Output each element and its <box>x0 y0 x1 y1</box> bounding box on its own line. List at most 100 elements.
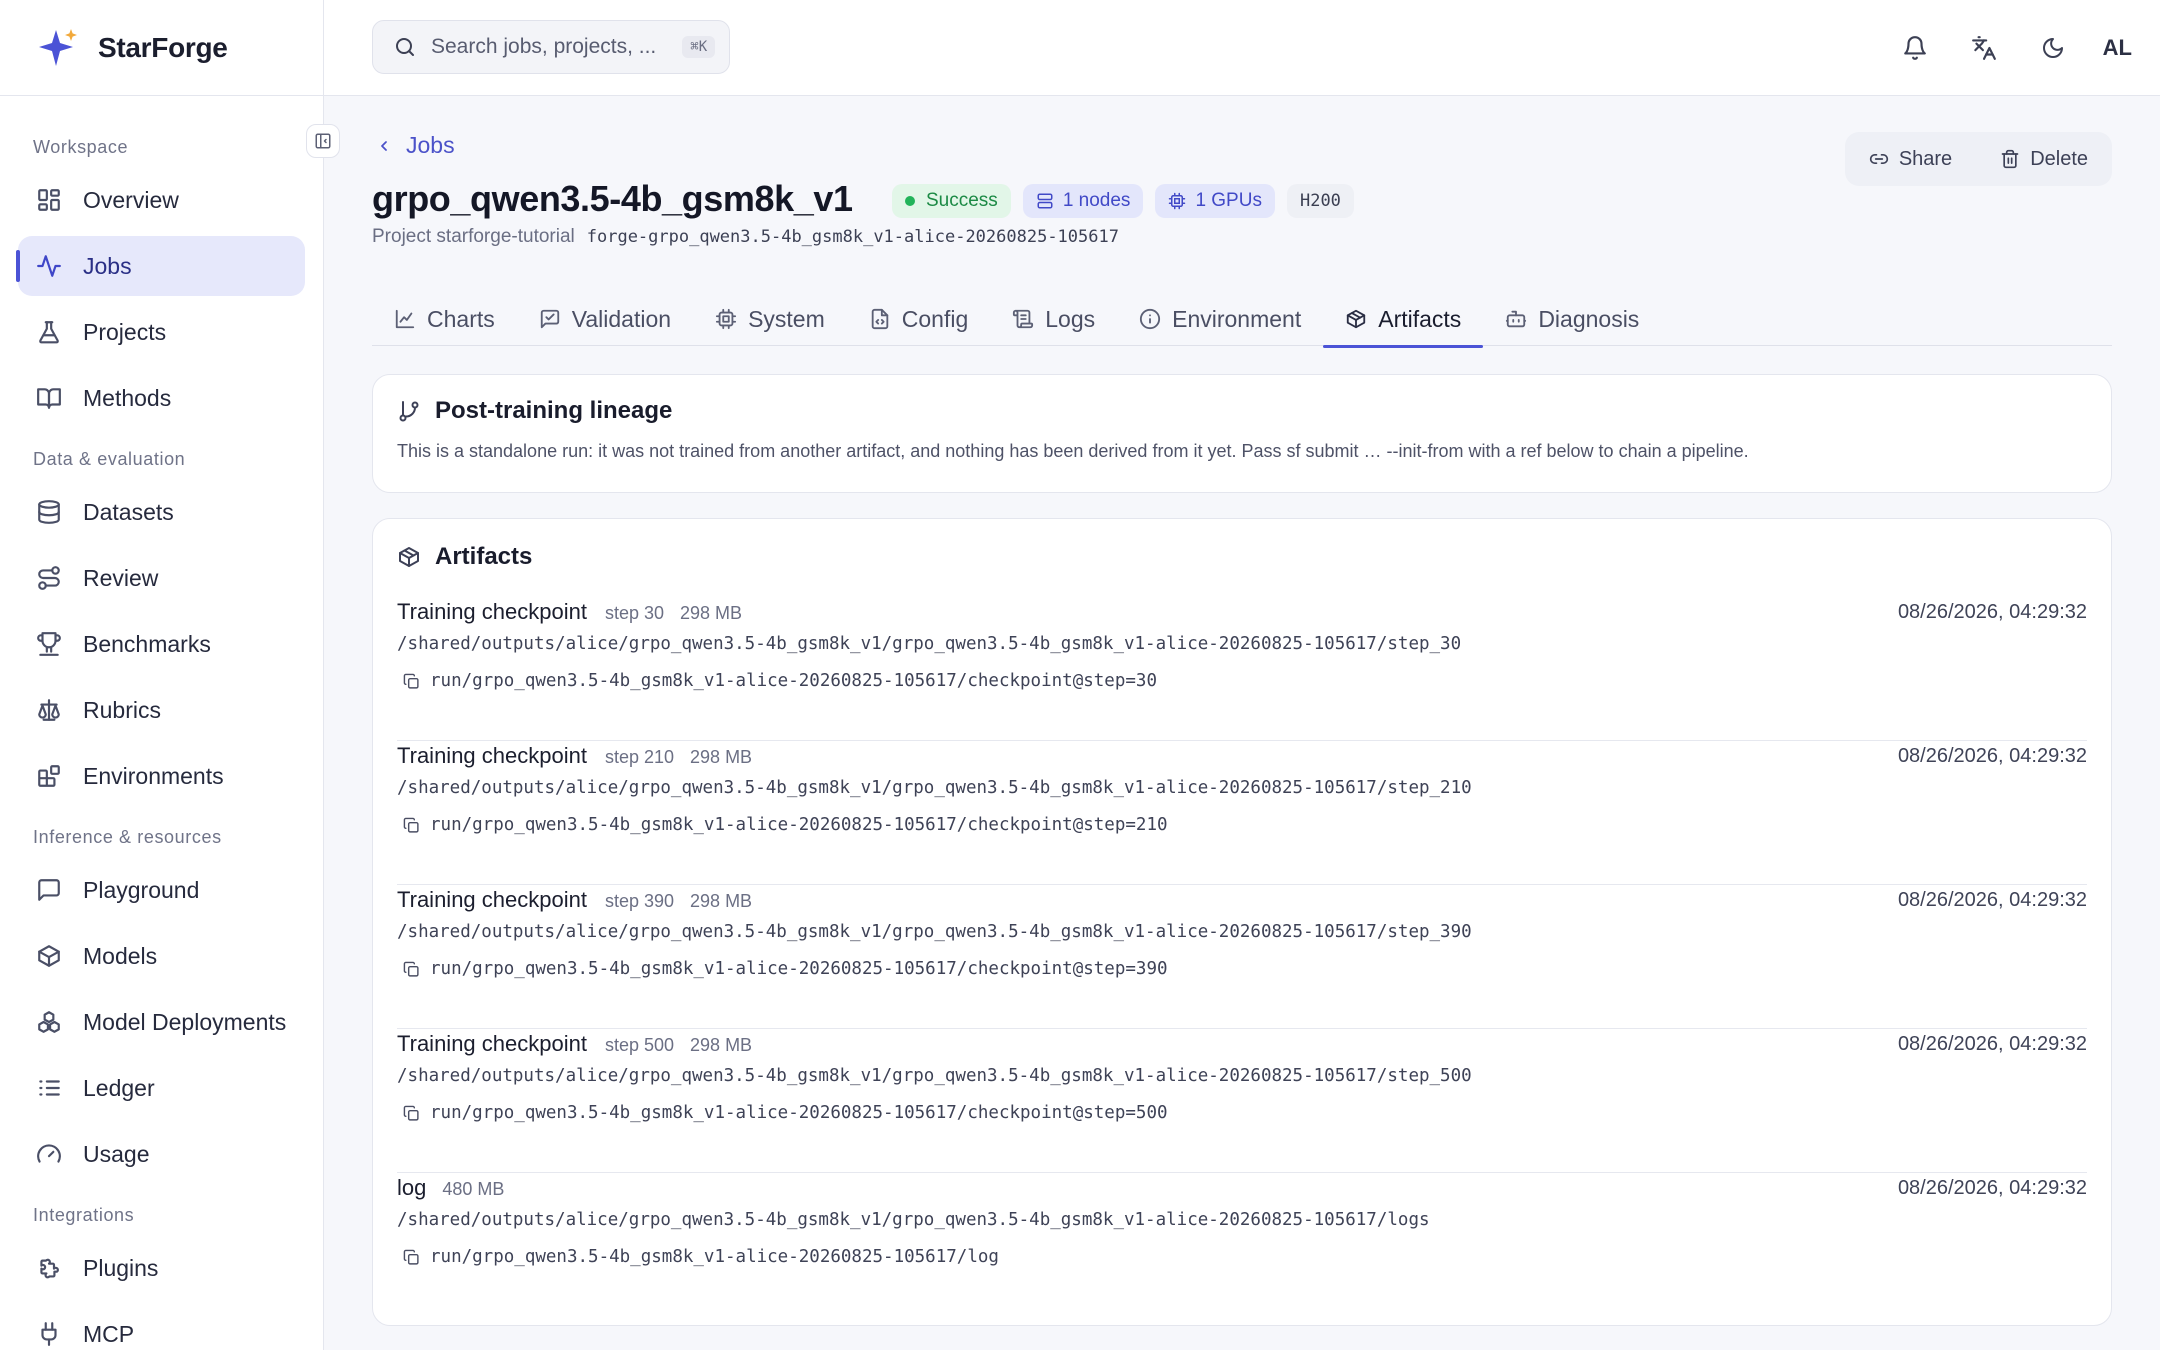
sidebar-item-playground[interactable]: Playground <box>18 860 305 920</box>
server-icon <box>1037 193 1053 209</box>
sidebar-item-projects[interactable]: Projects <box>18 302 305 362</box>
sidebar-icon-wrap <box>35 762 63 790</box>
flask-icon <box>39 321 59 344</box>
moon-icon <box>2042 38 2063 58</box>
back-to-jobs-link[interactable]: Jobs <box>376 132 455 159</box>
artifact-size: 298 MB <box>690 1035 753 1055</box>
cpu-icon <box>715 308 737 330</box>
tab-logs[interactable]: Logs <box>990 292 1117 346</box>
sidebar-icon-wrap <box>35 186 63 214</box>
artifact-ref-copy-button[interactable]: run/grpo_qwen3.5-4b_gsm8k_v1-alice-20260… <box>403 959 1168 979</box>
sidebar-item-models[interactable]: Models <box>18 926 305 986</box>
tab-diagnosis[interactable]: Diagnosis <box>1483 292 1661 346</box>
sidebar-item-jobs[interactable]: Jobs <box>16 236 305 296</box>
project-label: Project starforge-tutorial <box>372 226 575 247</box>
gpus-text: 1 GPUs <box>1195 190 1262 211</box>
nav-section-title: Integrations <box>33 1205 135 1225</box>
artifact-size: 480 MB <box>442 1179 505 1199</box>
sidebar-item-methods[interactable]: Methods <box>18 368 305 428</box>
sidebar-icon-wrap <box>35 1008 63 1036</box>
database-icon <box>38 500 60 524</box>
artifact-step: step 500 <box>604 1035 675 1055</box>
sidebar-item-rubrics[interactable]: Rubrics <box>18 680 305 740</box>
artifact-ref: run/grpo_qwen3.5-4b_gsm8k_v1-alice-20260… <box>430 671 1157 691</box>
artifact-ref: run/grpo_qwen3.5-4b_gsm8k_v1-alice-20260… <box>430 1103 1168 1123</box>
job-subline: Project starforge-tutorial forge-grpo_qw… <box>372 226 1119 248</box>
artifact-name: Training checkpoint <box>397 599 587 624</box>
artifact-ref-copy-button[interactable]: run/grpo_qwen3.5-4b_gsm8k_v1-alice-20260… <box>403 815 1168 835</box>
link-icon <box>1869 154 1888 164</box>
tab-label: Logs <box>1045 305 1096 332</box>
sidebar-item-label: Rubrics <box>83 696 161 723</box>
translate-icon <box>1971 36 1996 60</box>
nodes-badge: 1 nodes <box>1022 184 1144 218</box>
blocks-icon <box>38 765 60 787</box>
sidebar-item-benchmarks[interactable]: Benchmarks <box>18 614 305 674</box>
tab-artifacts[interactable]: Artifacts <box>1323 292 1484 348</box>
search-input[interactable]: Search jobs, projects, ... ⌘K <box>372 20 730 74</box>
bot-icon <box>1506 310 1527 328</box>
sidebar-icon-wrap <box>35 564 63 592</box>
sidebar-item-label: Datasets <box>83 498 174 525</box>
user-avatar[interactable]: AL <box>2103 35 2132 61</box>
copy-icon <box>403 1105 419 1121</box>
artifact-step: step 390 <box>604 891 675 911</box>
sidebar-item-label: Benchmarks <box>83 630 211 657</box>
sidebar-icon-wrap <box>35 1140 63 1168</box>
sidebar-item-datasets[interactable]: Datasets <box>18 482 305 542</box>
artifact-ref-copy-button[interactable]: run/grpo_qwen3.5-4b_gsm8k_v1-alice-20260… <box>403 1247 999 1267</box>
tab-label: Artifacts <box>1378 305 1462 332</box>
artifact-ref-copy-button[interactable]: run/grpo_qwen3.5-4b_gsm8k_v1-alice-20260… <box>403 671 1157 691</box>
sidebar-item-review[interactable]: Review <box>18 548 305 608</box>
artifact-name: Training checkpoint <box>397 743 587 768</box>
sidebar-item-ledger[interactable]: Ledger <box>18 1058 305 1118</box>
sidebar-item-environments[interactable]: Environments <box>18 746 305 806</box>
artifact-size: 298 MB <box>690 891 753 911</box>
lineage-header: Post-training lineage <box>397 397 672 425</box>
scroll-icon <box>1013 309 1034 329</box>
sidebar-item-label: Jobs <box>83 252 132 279</box>
sidebar-icon-wrap <box>35 1074 63 1102</box>
artifact-ref: run/grpo_qwen3.5-4b_gsm8k_v1-alice-20260… <box>430 959 1168 979</box>
artifact-date: 08/26/2026, 04:29:32 <box>1897 1033 2087 1055</box>
artifacts-header: Artifacts <box>397 543 532 571</box>
artifact-size: 298 MB <box>690 747 753 767</box>
sidebar-icon-wrap <box>35 252 63 280</box>
brand[interactable]: StarForge <box>0 0 323 96</box>
tab-environment[interactable]: Environment <box>1117 292 1323 346</box>
sidebar-item-label: Environments <box>83 762 224 789</box>
search-placeholder: Search jobs, projects, ... <box>431 35 657 58</box>
sidebar-icon-wrap <box>35 696 63 724</box>
sidebar-item-plugins[interactable]: Plugins <box>18 1238 305 1298</box>
sidebar-icon-wrap <box>35 876 63 904</box>
gpu-type-badge: H200 <box>1286 184 1354 218</box>
notifications-button[interactable] <box>1895 28 1935 68</box>
tab-config[interactable]: Config <box>847 292 990 346</box>
artifact-name-line: Training checkpoint step 210 298 MB <box>397 743 752 769</box>
artifact-ref: run/grpo_qwen3.5-4b_gsm8k_v1-alice-20260… <box>430 1247 999 1267</box>
theme-toggle-button[interactable] <box>2033 28 2073 68</box>
sidebar-icon-wrap <box>35 630 63 658</box>
sidebar-item-label: Review <box>83 564 159 591</box>
artifacts-title: Artifacts <box>435 543 533 570</box>
share-button[interactable]: Share <box>1869 148 1952 171</box>
sidebar-item-usage[interactable]: Usage <box>18 1124 305 1184</box>
collapse-sidebar-button[interactable] <box>306 124 340 158</box>
sidebar-item-mcp[interactable]: MCP <box>18 1304 305 1350</box>
artifact-path: /shared/outputs/alice/grpo_qwen3.5-4b_gs… <box>397 922 1472 942</box>
artifact-row: Training checkpoint step 390 298 MB 08/26/2… <box>397 885 2087 1029</box>
delete-button[interactable]: Delete <box>2000 148 2088 171</box>
sidebar-item-model-deployments[interactable]: Model Deployments <box>18 992 305 1052</box>
artifact-step: step 210 <box>604 747 675 767</box>
artifact-ref-copy-button[interactable]: run/grpo_qwen3.5-4b_gsm8k_v1-alice-20260… <box>403 1103 1168 1123</box>
tab-charts[interactable]: Charts <box>372 292 517 346</box>
file-code-icon <box>871 308 888 330</box>
tab-validation[interactable]: Validation <box>517 292 693 346</box>
plug-icon <box>41 1322 57 1346</box>
artifact-name: Training checkpoint <box>397 1031 587 1056</box>
trash-icon <box>2001 149 2019 169</box>
tab-system[interactable]: System <box>693 292 847 346</box>
language-button[interactable] <box>1964 28 2004 68</box>
route-icon <box>38 566 60 590</box>
sidebar-item-overview[interactable]: Overview <box>18 170 305 230</box>
